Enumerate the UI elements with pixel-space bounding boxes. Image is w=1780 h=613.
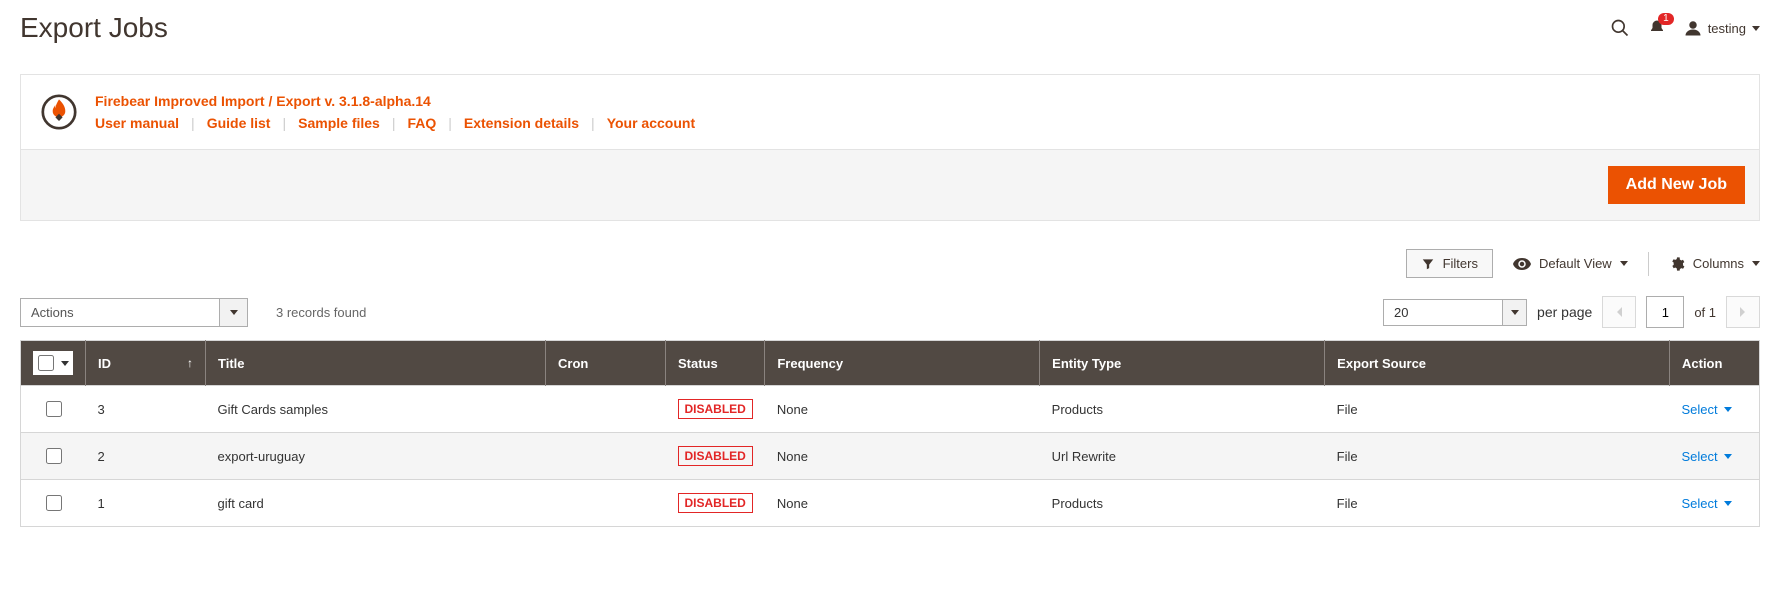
chevron-down-icon [230, 310, 238, 315]
default-view-label: Default View [1539, 256, 1612, 271]
cell-export-source: File [1325, 480, 1670, 527]
per-page-value: 20 [1383, 299, 1503, 326]
cell-export-source: File [1325, 386, 1670, 433]
cell-frequency: None [765, 433, 1040, 480]
link-guide-list[interactable]: Guide list [207, 115, 271, 131]
eye-icon [1513, 257, 1531, 271]
status-badge: DISABLED [678, 446, 753, 466]
per-page-trigger[interactable] [1503, 299, 1527, 326]
chevron-down-icon [1511, 310, 1519, 315]
cell-export-source: File [1325, 433, 1670, 480]
table-row[interactable]: 3 Gift Cards samples DISABLED None Produ… [21, 386, 1760, 433]
search-icon[interactable] [1610, 18, 1630, 38]
actions-dropdown-label: Actions [20, 298, 220, 327]
cell-id: 3 [86, 386, 206, 433]
jobs-table: ID↑ Title Cron Status Frequency Entity T… [20, 340, 1760, 527]
chevron-right-icon [1739, 306, 1747, 318]
funnel-icon [1421, 257, 1435, 271]
info-panel-links: User manual| Guide list| Sample files| F… [95, 115, 695, 131]
table-row[interactable]: 1 gift card DISABLED None Products File … [21, 480, 1760, 527]
page-prev-button[interactable] [1602, 296, 1636, 328]
status-badge: DISABLED [678, 493, 753, 513]
col-header-action: Action [1670, 341, 1760, 386]
cell-id: 1 [86, 480, 206, 527]
cell-cron [546, 386, 666, 433]
page-input[interactable] [1646, 296, 1684, 328]
row-select-action[interactable]: Select [1682, 402, 1732, 417]
user-menu[interactable]: testing [1684, 19, 1760, 37]
cell-entity-type: Products [1040, 386, 1325, 433]
cell-entity-type: Url Rewrite [1040, 433, 1325, 480]
row-select-action[interactable]: Select [1682, 449, 1732, 464]
col-header-entity-type[interactable]: Entity Type [1040, 341, 1325, 386]
filters-label: Filters [1443, 256, 1478, 271]
chevron-down-icon [1724, 407, 1732, 412]
cell-frequency: None [765, 480, 1040, 527]
gear-icon [1669, 256, 1685, 272]
table-row[interactable]: 2 export-uruguay DISABLED None Url Rewri… [21, 433, 1760, 480]
firebear-logo-icon [41, 94, 77, 130]
chevron-down-icon [1752, 26, 1760, 31]
default-view-button[interactable]: Default View [1513, 256, 1628, 271]
col-header-frequency[interactable]: Frequency [765, 341, 1040, 386]
col-header-status[interactable]: Status [666, 341, 765, 386]
cell-status: DISABLED [666, 386, 765, 433]
cell-cron [546, 480, 666, 527]
columns-button[interactable]: Columns [1669, 256, 1760, 272]
cell-status: DISABLED [666, 433, 765, 480]
cell-title: Gift Cards samples [206, 386, 546, 433]
per-page-select[interactable]: 20 [1383, 299, 1527, 326]
add-new-job-button[interactable]: Add New Job [1608, 166, 1745, 204]
chevron-down-icon [1752, 261, 1760, 266]
link-faq[interactable]: FAQ [407, 115, 436, 131]
page-next-button[interactable] [1726, 296, 1760, 328]
status-badge: DISABLED [678, 399, 753, 419]
row-checkbox[interactable] [46, 401, 62, 417]
row-checkbox[interactable] [46, 448, 62, 464]
row-select-action[interactable]: Select [1682, 496, 1732, 511]
actions-dropdown-trigger[interactable] [220, 298, 248, 327]
col-header-export-source[interactable]: Export Source [1325, 341, 1670, 386]
chevron-down-icon [1724, 454, 1732, 459]
link-extension-details[interactable]: Extension details [464, 115, 579, 131]
cell-entity-type: Products [1040, 480, 1325, 527]
filters-button[interactable]: Filters [1406, 249, 1493, 278]
cell-frequency: None [765, 386, 1040, 433]
records-found: 3 records found [276, 305, 366, 320]
col-header-id[interactable]: ID↑ [86, 341, 206, 386]
cell-title: gift card [206, 480, 546, 527]
link-sample-files[interactable]: Sample files [298, 115, 380, 131]
row-checkbox[interactable] [46, 495, 62, 511]
cell-cron [546, 433, 666, 480]
info-panel-title: Firebear Improved Import / Export v. 3.1… [95, 93, 695, 109]
col-header-cron[interactable]: Cron [546, 341, 666, 386]
chevron-left-icon [1615, 306, 1623, 318]
chevron-down-icon [61, 361, 69, 366]
page-of-label: of 1 [1694, 305, 1716, 320]
sort-asc-icon: ↑ [187, 356, 193, 370]
cell-status: DISABLED [666, 480, 765, 527]
select-all-trigger[interactable] [58, 355, 72, 371]
notifications-icon[interactable]: 1 [1648, 19, 1666, 37]
chevron-down-icon [1724, 501, 1732, 506]
notification-badge: 1 [1658, 13, 1674, 25]
info-panel: Firebear Improved Import / Export v. 3.1… [20, 74, 1760, 150]
cell-id: 2 [86, 433, 206, 480]
per-page-label: per page [1537, 304, 1592, 320]
link-user-manual[interactable]: User manual [95, 115, 179, 131]
cell-title: export-uruguay [206, 433, 546, 480]
col-header-checkbox[interactable] [21, 341, 86, 386]
actions-dropdown[interactable]: Actions [20, 298, 248, 327]
chevron-down-icon [1620, 261, 1628, 266]
columns-label: Columns [1693, 256, 1744, 271]
user-name: testing [1708, 21, 1746, 36]
page-title: Export Jobs [20, 12, 168, 44]
link-your-account[interactable]: Your account [607, 115, 695, 131]
col-header-title[interactable]: Title [206, 341, 546, 386]
select-all-checkbox[interactable] [38, 355, 54, 371]
